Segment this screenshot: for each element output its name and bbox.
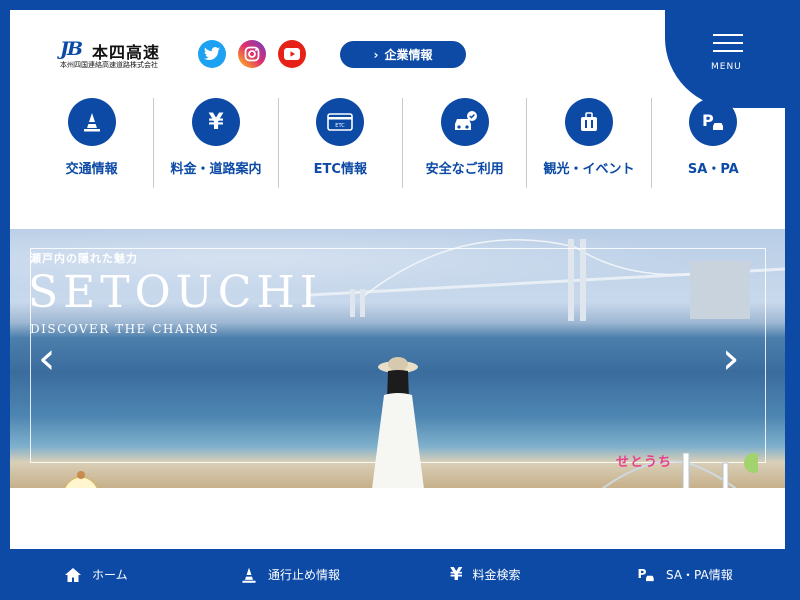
- etc-card-icon: ETC: [316, 98, 365, 146]
- svg-text:P: P: [638, 567, 647, 581]
- chevron-right-icon: ›: [373, 47, 379, 62]
- bottom-nav-label: 料金検索: [472, 568, 521, 582]
- menu-button[interactable]: MENU: [665, 10, 785, 108]
- hero-title: SETOUCHI: [28, 267, 323, 318]
- parking-car-icon: P: [689, 98, 738, 146]
- nav-item-sapa[interactable]: P SA・PA: [650, 98, 775, 188]
- hero-subtitle: DISCOVER THE CHARMS: [30, 322, 220, 336]
- nav-label: 安全なご利用: [425, 162, 504, 177]
- home-icon: [65, 567, 81, 582]
- suitcase-icon: [564, 98, 613, 146]
- parking-car-icon: P: [638, 567, 654, 581]
- mascot-character: [64, 471, 98, 488]
- nav-label: ETC情報: [313, 162, 367, 177]
- corporate-info-button[interactable]: › 企業情報: [340, 41, 466, 68]
- hamburger-icon: [713, 34, 743, 58]
- main-nav: 交通情報 ¥ 料金・道路案内 ETC ETC情報 安全なご利用 観光・イベント: [30, 98, 775, 188]
- nav-label: 観光・イベント: [543, 162, 635, 177]
- car-check-icon: [440, 98, 489, 146]
- nav-item-safety[interactable]: 安全なご利用: [401, 98, 526, 188]
- hero-banner[interactable]: 瀬戸内の隠れた魅力 SETOUCHI DISCOVER THE CHARMS ‹…: [10, 229, 785, 488]
- bottom-nav-label: ホーム: [92, 568, 128, 582]
- woman-figure: [372, 357, 424, 488]
- bottom-nav-closures[interactable]: 通行止め情報: [240, 549, 340, 600]
- bottom-nav-home[interactable]: ホーム: [64, 549, 128, 600]
- bottom-nav-label: 通行止め情報: [268, 568, 341, 582]
- bottom-nav-label: SA・PA情報: [666, 568, 733, 582]
- page-frame: JB 本四高速 本州四国連絡高速道路株式会社 › 企業情報 MENU 交通情報 …: [10, 10, 785, 600]
- youtube-icon[interactable]: [278, 40, 306, 68]
- twitter-icon[interactable]: [198, 40, 226, 68]
- nav-item-fare[interactable]: ¥ 料金・道路案内: [153, 98, 277, 188]
- traffic-cone-icon: [242, 567, 256, 583]
- nav-item-tourism[interactable]: 観光・イベント: [526, 98, 650, 188]
- bottom-nav: ホーム 通行止め情報 ¥ 料金検索 P SA・PA情報: [0, 549, 800, 600]
- site-logo[interactable]: JB 本四高速 本州四国連絡高速道路株式会社: [60, 38, 190, 78]
- setouchi-logo-text: せとうち: [616, 455, 673, 470]
- yen-icon: ¥: [191, 98, 240, 146]
- corporate-info-label: 企業情報: [384, 48, 433, 62]
- traffic-cone-icon: [67, 98, 116, 146]
- carousel-prev-button[interactable]: ‹: [38, 337, 56, 381]
- nav-label: SA・PA: [687, 162, 739, 177]
- yen-icon: ¥: [450, 564, 463, 585]
- svg-text:ETC: ETC: [336, 123, 346, 129]
- bottom-nav-fare-search[interactable]: ¥ 料金検索: [450, 549, 521, 600]
- hero-kicker: 瀬戸内の隠れた魅力: [30, 252, 138, 265]
- logo-mark: JB: [60, 38, 83, 60]
- instagram-icon[interactable]: [238, 40, 266, 68]
- carousel-next-button[interactable]: ›: [722, 337, 740, 381]
- nav-label: 料金・道路案内: [170, 162, 262, 177]
- nav-item-etc[interactable]: ETC ETC情報: [277, 98, 402, 188]
- nav-item-traffic[interactable]: 交通情報: [30, 98, 153, 188]
- svg-text:P: P: [702, 111, 714, 130]
- nav-label: 交通情報: [65, 162, 118, 177]
- menu-label: MENU: [711, 62, 742, 72]
- bottom-nav-sapa[interactable]: P SA・PA情報: [636, 549, 733, 600]
- logo-company-name: 本州四国連絡高速道路株式会社: [60, 61, 158, 69]
